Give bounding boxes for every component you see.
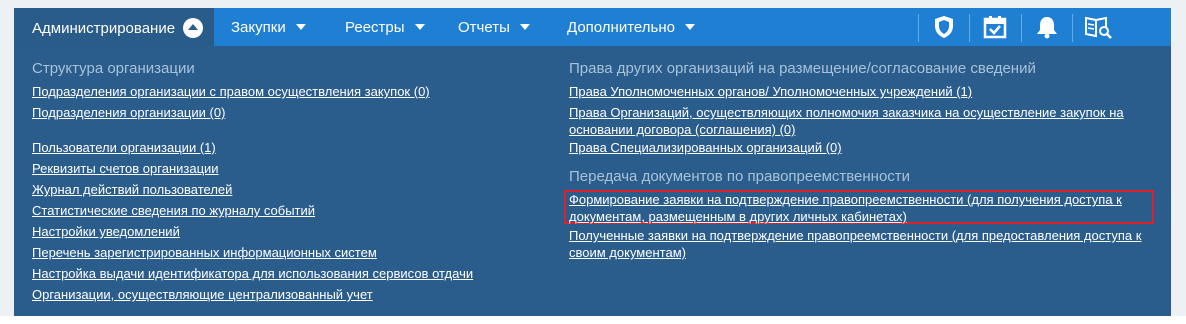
chevron-down-icon — [684, 24, 695, 30]
shield-icon[interactable] — [922, 12, 966, 42]
link-procurement-subdivisions[interactable]: Подразделения организации с правом осуще… — [32, 83, 430, 100]
menu-reports-label: Отчеты — [458, 18, 510, 36]
link-specialized-orgs-rights[interactable]: Права Специализированных организаций (0) — [569, 139, 842, 156]
link-create-succession-request[interactable]: Формирование заявки на подтверждение пра… — [569, 191, 1149, 225]
link-user-activity-log[interactable]: Журнал действий пользователей — [32, 181, 232, 198]
divider — [1021, 14, 1022, 42]
link-subdivisions[interactable]: Подразделения организации (0) — [32, 104, 225, 121]
section-heading-succession: Передача документов по правопреемственно… — [569, 168, 911, 185]
menu-additional-label: Дополнительно — [567, 18, 675, 36]
menu-purchases[interactable]: Закупки — [231, 8, 306, 46]
link-customer-powers-rights[interactable]: Права Организаций, осуществляющих полном… — [569, 104, 1149, 138]
divider — [969, 14, 970, 42]
page-frame: Администрирование Закупки Реестры Отчеты… — [0, 0, 1186, 324]
top-menu-bar: Администрирование Закупки Реестры Отчеты… — [14, 8, 1171, 48]
section-heading-rights: Права других организаций на размещение/с… — [569, 60, 1036, 77]
menu-registries[interactable]: Реестры — [345, 8, 425, 46]
menu-administration-label: Администрирование — [32, 19, 176, 37]
menu-administration[interactable]: Администрирование — [14, 8, 214, 48]
section-heading-org-structure: Структура организации — [32, 60, 195, 77]
menu-purchases-label: Закупки — [231, 18, 286, 36]
chevron-down-icon — [519, 24, 530, 30]
bell-icon[interactable] — [1025, 12, 1069, 42]
link-account-details[interactable]: Реквизиты счетов организации — [32, 160, 219, 177]
menu-additional[interactable]: Дополнительно — [567, 8, 695, 46]
link-event-log-statistics[interactable]: Статистические сведения по журналу событ… — [32, 202, 315, 219]
divider — [918, 14, 919, 42]
divider — [1072, 14, 1073, 42]
link-org-users[interactable]: Пользователи организации (1) — [32, 139, 216, 156]
link-authorized-bodies-rights[interactable]: Права Уполномоченных органов/ Уполномоче… — [569, 83, 972, 100]
chevron-up-icon — [183, 18, 204, 38]
chevron-down-icon — [295, 24, 306, 30]
menu-registries-label: Реестры — [345, 18, 405, 36]
page-bottom — [0, 316, 1186, 324]
link-centralized-accounting-orgs[interactable]: Организации, осуществляющие централизова… — [32, 286, 373, 303]
link-registered-systems[interactable]: Перечень зарегистрированных информационн… — [32, 244, 377, 261]
book-search-icon[interactable] — [1076, 12, 1120, 42]
administration-dropdown-panel: Структура организации Подразделения орга… — [14, 46, 1171, 316]
menu-reports[interactable]: Отчеты — [458, 8, 530, 46]
calendar-check-icon[interactable] — [973, 12, 1017, 42]
link-identifier-settings[interactable]: Настройка выдачи идентификатора для испо… — [32, 265, 473, 282]
link-received-succession-requests[interactable]: Полученные заявки на подтверждение право… — [569, 227, 1149, 261]
link-notification-settings[interactable]: Настройки уведомлений — [32, 223, 180, 240]
chevron-down-icon — [414, 24, 425, 30]
